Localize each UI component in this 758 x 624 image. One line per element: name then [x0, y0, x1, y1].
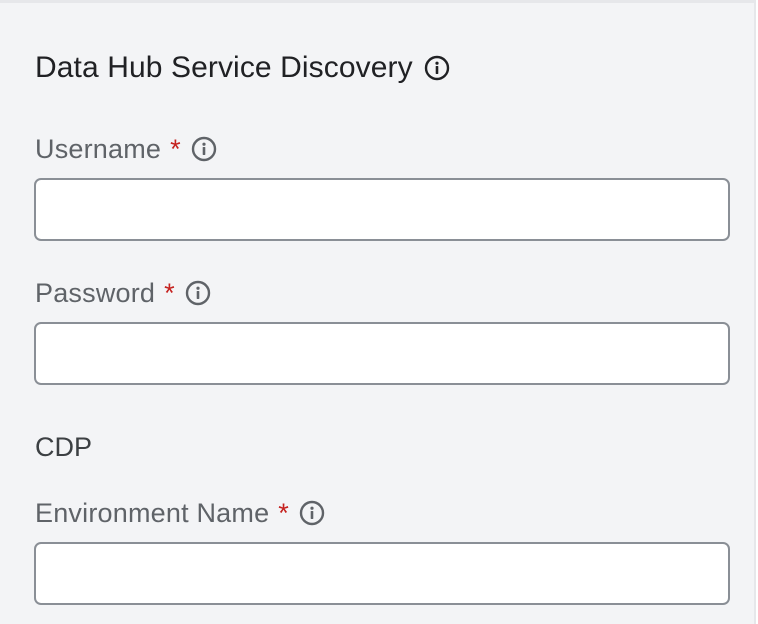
section-title-text: Data Hub Service Discovery: [35, 51, 413, 84]
password-label-text: Password: [35, 277, 156, 308]
username-label-text: Username: [35, 133, 162, 164]
info-icon[interactable]: [424, 55, 450, 81]
section-title: Data Hub Service Discovery: [35, 48, 450, 88]
cdp-heading: CDP: [35, 431, 93, 462]
environment-name-label-text: Environment Name: [35, 497, 270, 528]
required-marker: *: [164, 277, 175, 308]
environment-name-label: Environment Name *: [35, 496, 325, 530]
info-icon[interactable]: [191, 136, 217, 162]
discovery-panel: Data Hub Service Discovery Username * Pa…: [0, 0, 756, 624]
info-icon[interactable]: [299, 500, 325, 526]
environment-name-input[interactable]: [34, 542, 730, 605]
info-icon[interactable]: [185, 280, 211, 306]
username-input[interactable]: [34, 178, 730, 241]
required-marker: *: [278, 497, 290, 528]
password-label: Password *: [35, 276, 211, 310]
username-label: Username *: [35, 132, 217, 166]
required-marker: *: [170, 133, 181, 164]
password-input[interactable]: [34, 322, 730, 385]
